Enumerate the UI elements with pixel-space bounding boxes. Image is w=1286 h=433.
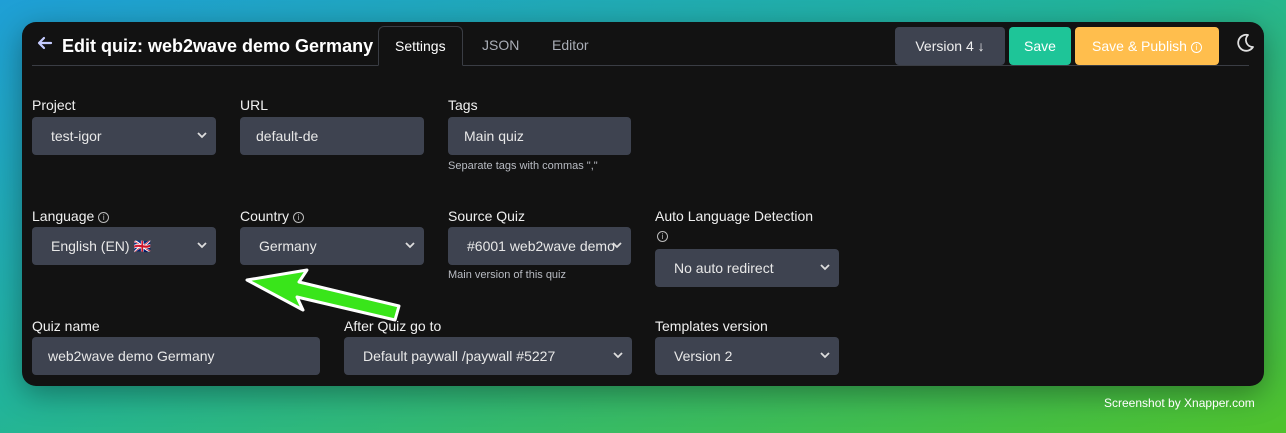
language-label: Language i	[32, 208, 110, 224]
save-button[interactable]: Save	[1009, 27, 1071, 65]
tags-value: Main quiz	[464, 128, 524, 144]
url-label: URL	[240, 97, 269, 113]
save-publish-button[interactable]: Save & Publish i	[1075, 27, 1219, 65]
green-arrow-icon	[245, 268, 401, 322]
country-value: Germany	[259, 238, 317, 254]
chevron-down-icon	[197, 242, 207, 249]
chevron-down-icon	[612, 242, 622, 249]
after-quiz-value: Default paywall /paywall #5227	[363, 348, 556, 364]
language-value: English (EN) 🇬🇧	[51, 238, 151, 254]
country-label-text: Country	[240, 208, 290, 224]
tab-json[interactable]: JSON	[466, 26, 535, 66]
watermark: Screenshot by Xnapper.com	[1104, 396, 1255, 410]
save-publish-label: Save & Publish	[1092, 38, 1187, 54]
project-select[interactable]: test-igor	[32, 117, 216, 155]
info-icon: i	[1190, 42, 1202, 53]
after-quiz-select[interactable]: Default paywall /paywall #5227	[344, 337, 632, 375]
chevron-down-icon	[613, 352, 623, 359]
source-quiz-label: Source Quiz	[448, 208, 526, 224]
language-select[interactable]: English (EN) 🇬🇧	[32, 227, 216, 265]
auto-language-value: No auto redirect	[674, 260, 774, 276]
tab-editor[interactable]: Editor	[536, 26, 605, 66]
info-icon: i	[657, 231, 668, 242]
project-label: Project	[32, 97, 76, 113]
moon-icon[interactable]	[1234, 32, 1256, 54]
chevron-down-icon	[405, 242, 415, 249]
quiz-name-value: web2wave demo Germany	[48, 348, 215, 364]
templates-version-select[interactable]: Version 2	[655, 337, 839, 375]
tab-divider	[32, 65, 1249, 66]
tags-label: Tags	[448, 97, 478, 113]
info-icon: i	[293, 212, 305, 223]
auto-language-label: Auto Language Detection	[655, 208, 814, 224]
templates-version-value: Version 2	[674, 348, 733, 364]
chevron-down-icon	[820, 352, 830, 359]
quiz-name-label: Quiz name	[32, 318, 100, 334]
quiz-editor-window: Edit quiz: web2wave demo Germany Setting…	[22, 22, 1264, 386]
source-quiz-hint: Main version of this quiz	[448, 269, 566, 281]
header-bar: Edit quiz: web2wave demo Germany Setting…	[22, 22, 1264, 66]
templates-version-label: Templates version	[655, 318, 768, 334]
version-dropdown-button[interactable]: Version 4 ↓	[895, 27, 1005, 65]
country-select[interactable]: Germany	[240, 227, 424, 265]
chevron-down-icon	[197, 132, 207, 139]
auto-language-select[interactable]: No auto redirect	[655, 249, 839, 287]
page-title: Edit quiz: web2wave demo Germany	[62, 36, 374, 56]
tags-input[interactable]: Main quiz	[448, 117, 631, 155]
tags-hint: Separate tags with commas ","	[448, 160, 598, 172]
country-label: Country i	[240, 208, 305, 224]
url-input[interactable]: default-de	[240, 117, 424, 155]
info-icon: i	[98, 212, 110, 223]
arrow-left-icon[interactable]	[36, 34, 54, 52]
source-quiz-select[interactable]: #6001 web2wave demo	[448, 227, 631, 265]
source-quiz-value: #6001 web2wave demo	[467, 238, 615, 254]
url-value: default-de	[256, 128, 319, 144]
language-label-text: Language	[32, 208, 95, 224]
chevron-down-icon	[820, 264, 830, 271]
project-value: test-igor	[51, 128, 102, 144]
quiz-name-input[interactable]: web2wave demo Germany	[32, 337, 320, 375]
tab-settings[interactable]: Settings	[378, 26, 463, 66]
